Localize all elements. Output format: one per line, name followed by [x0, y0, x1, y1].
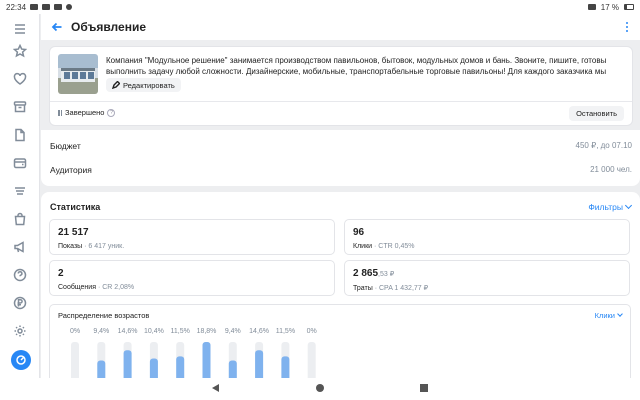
system-nav-bar [0, 378, 640, 400]
statistics-title: Статистика [50, 202, 101, 212]
age-bar[interactable] [149, 358, 158, 378]
age-bar-value-label: 11,5% [276, 328, 295, 335]
signal-icon [587, 4, 596, 10]
age-bar-value-label: 9,4% [93, 328, 109, 335]
metric-clicks[interactable]: 96 Клики · CTR 0,45% [344, 219, 630, 255]
edit-button[interactable]: Редактировать [106, 78, 181, 92]
budget-label: Бюджет [50, 141, 81, 151]
metric-selector[interactable]: Клики [594, 311, 623, 320]
youtube-icon [42, 4, 51, 10]
metric-impressions[interactable]: 21 517 Показы · 6 417 уник. [49, 219, 335, 255]
document-icon[interactable] [13, 128, 27, 142]
metric-selector-label: Клики [594, 311, 615, 320]
chevron-down-icon [617, 311, 623, 317]
megaphone-icon[interactable] [13, 240, 27, 254]
edit-button-label: Редактировать [123, 80, 175, 90]
metric-value: 96 [353, 227, 365, 238]
budget-audience-card: Бюджет 450 ₽, до 07.10 Аудитория 21 000 … [41, 130, 640, 186]
ads-app-icon[interactable] [11, 350, 31, 370]
sidebar [0, 14, 40, 378]
info-icon[interactable]: ? [107, 108, 116, 117]
ruble-icon[interactable] [13, 296, 27, 310]
age-distribution-title: Распределение возрастов [58, 311, 150, 320]
cards-icon[interactable] [13, 184, 27, 198]
divider [50, 101, 632, 102]
archive-icon[interactable] [13, 100, 27, 114]
star-icon[interactable] [13, 44, 27, 58]
age-bar-value-label: 0% [307, 328, 317, 335]
nav-home-icon[interactable] [316, 384, 324, 392]
back-arrow-icon[interactable] [49, 19, 65, 35]
ad-thumbnail[interactable] [58, 54, 98, 94]
ad-card: Компания "Модульное решение" занимается … [49, 46, 633, 126]
stop-button[interactable]: Остановить [569, 106, 624, 121]
age-bar[interactable] [255, 350, 264, 378]
more-vertical-icon[interactable] [622, 20, 632, 34]
age-bar[interactable] [176, 356, 185, 378]
metric-caption: Траты · CPA 1 432,77 ₽ [353, 285, 429, 292]
chevron-down-icon [624, 201, 633, 210]
battery-icon [624, 4, 634, 10]
metric-spend[interactable]: 2 865,53 ₽ Траты · CPA 1 432,77 ₽ [344, 260, 630, 296]
audience-label: Аудитория [50, 165, 92, 175]
age-bar-value-label: 0% [70, 328, 80, 335]
age-distribution-card: 0% 9,4% 14,6% 10,4% 11,5% 18,8% 9,4% 14,6% 11,5%… [49, 304, 631, 378]
menu-icon[interactable] [13, 22, 27, 36]
top-header: Объявление [41, 14, 640, 40]
filters-label: Фильтры [588, 202, 623, 212]
age-bar-value-label: 11,5% [171, 328, 190, 335]
audience-value: 21 000 чел. [590, 165, 632, 174]
metric-value: 2 [58, 268, 64, 279]
wallet-icon[interactable] [13, 156, 27, 170]
heart-icon[interactable] [13, 72, 27, 86]
age-bar-track [71, 342, 79, 378]
metric-messages[interactable]: 2 Сообщения · CR 2,08% [49, 260, 335, 296]
age-bar-track [307, 342, 316, 378]
age-bar-value-label: 18,8% [197, 328, 217, 335]
filters-button[interactable]: Фильтры [588, 201, 633, 212]
battery-percent: 17 % [600, 2, 619, 12]
status-bar: 22:34 17 % [0, 0, 640, 14]
clock: 22:34 [6, 2, 27, 12]
metric-caption: Клики · CTR 0,45% [353, 243, 415, 250]
age-bar-value-label: 14,6% [118, 328, 138, 335]
ad-description: Компания "Модульное решение" занимается … [106, 56, 607, 76]
budget-row[interactable]: Бюджет 450 ₽, до 07.10 [50, 141, 632, 151]
shopping-bag-icon[interactable] [13, 212, 27, 226]
statistics-card: Статистика Фильтры 21 517 Показы · 6 417… [41, 192, 640, 378]
age-bar[interactable] [123, 350, 132, 378]
dot-icon [66, 4, 73, 10]
age-bar-value-label: 10,4% [144, 328, 164, 335]
pencil-icon [112, 81, 120, 89]
nav-back-icon[interactable] [212, 384, 219, 392]
ad-status: Завершено ? [58, 108, 116, 117]
metric-value: 2 865,53 ₽ [353, 268, 395, 279]
age-bar-value-label: 14,6% [249, 328, 269, 335]
audience-row[interactable]: Аудитория 21 000 чел. [50, 165, 632, 175]
youtube-icon [54, 4, 63, 10]
nav-recents-icon[interactable] [420, 384, 428, 392]
settings-gear-icon[interactable] [13, 324, 27, 338]
pause-icon [58, 109, 62, 116]
age-bar[interactable] [202, 342, 211, 378]
budget-value: 450 ₽, до 07.10 [575, 141, 632, 150]
metric-caption: Сообщения · CR 2,08% [58, 284, 135, 291]
ad-status-text: Завершено [65, 108, 105, 117]
age-bar[interactable] [228, 360, 237, 379]
age-bar[interactable] [281, 356, 290, 378]
metric-value: 21 517 [58, 227, 89, 238]
page-title: Объявление [71, 20, 146, 34]
notification-icon [30, 4, 39, 10]
age-bar[interactable] [97, 360, 106, 379]
help-icon[interactable] [13, 268, 27, 282]
metric-caption: Показы · 6 417 уник. [58, 243, 125, 250]
age-bar-value-label: 9,4% [225, 328, 241, 335]
